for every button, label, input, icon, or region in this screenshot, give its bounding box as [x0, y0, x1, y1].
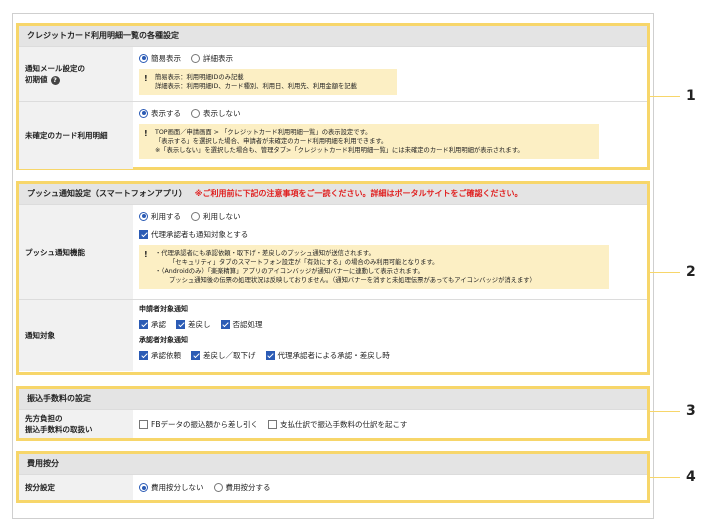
callout-number-4: 4	[686, 469, 696, 485]
info-note: ! TOP画面／申請画面 > 「クレジットカード利用明細一覧」の表示設定です。 …	[139, 124, 599, 159]
credit-card-settings-section: クレジットカード利用明細一覧の各種設定 通知メール設定の 初期値? 簡易表示 詳…	[16, 23, 650, 170]
callout-connector-2	[650, 272, 680, 273]
exclamation-icon: !	[144, 129, 148, 138]
callout-number-3: 3	[686, 403, 696, 419]
cost-allocation-section: 費用按分 按分設定 費用按分しない 費用按分する	[16, 451, 650, 503]
row-label: 通知メール設定の 初期値?	[19, 47, 133, 101]
checkbox-sendback-withdraw[interactable]: 差戻し／取下げ	[191, 350, 256, 361]
checkbox-proxy-approver[interactable]: 代理承認者も通知対象とする	[139, 229, 248, 240]
checkbox-fb-deduct[interactable]: FBデータの振込額から差し引く	[139, 419, 258, 430]
applicant-notify-heading: 申請者対象通知	[139, 305, 188, 313]
row-label: 未確定のカード利用明細	[19, 102, 133, 169]
radio-hide[interactable]: 表示しない	[191, 108, 241, 119]
push-notification-section: プッシュ通知設定（スマートフォンアプリ） ※ご利用前に下記の注意事項をご一読くださ…	[16, 181, 650, 375]
section-header: 費用按分	[19, 454, 647, 474]
radio-detail-display[interactable]: 詳細表示	[191, 53, 233, 64]
checkbox-sendback[interactable]: 差戻し	[176, 319, 211, 330]
radio-no-allocation[interactable]: 費用按分しない	[139, 482, 204, 493]
callout-connector-4	[650, 477, 680, 478]
row-label: 先方負担の 振込手数料の取扱い	[19, 410, 133, 438]
transfer-fee-section: 振込手数料の設定 先方負担の 振込手数料の取扱い FBデータの振込額から差し引く…	[16, 386, 650, 441]
radio-push-enable[interactable]: 利用する	[139, 211, 181, 222]
callout-connector-1	[650, 96, 680, 97]
row-label: 通知対象	[19, 300, 133, 371]
checkbox-approve[interactable]: 承認	[139, 319, 166, 330]
row-label: 按分設定	[19, 475, 133, 500]
callout-connector-3	[650, 411, 680, 412]
exclamation-icon: !	[144, 250, 148, 259]
checkbox-proxy-action[interactable]: 代理承認者による承認・差戻し時	[265, 350, 390, 361]
section-header: 振込手数料の設定	[19, 389, 647, 409]
callout-number-2: 2	[686, 264, 696, 280]
info-note: ! ・代理承認者にも承認依頼・取下げ・差戻しのプッシュ通知が送信されます。 「セ…	[139, 245, 609, 289]
radio-push-disable[interactable]: 利用しない	[191, 211, 241, 222]
approver-notify-heading: 承認者対象通知	[139, 336, 188, 344]
radio-allocation[interactable]: 費用按分する	[213, 482, 271, 493]
radio-show[interactable]: 表示する	[139, 108, 181, 119]
row-label: プッシュ通知機能	[19, 205, 133, 299]
help-icon[interactable]: ?	[50, 75, 60, 85]
warning-text: ※ご利用前に下記の注意事項をご一読ください。詳細はポータルサイトをご確認ください…	[194, 189, 523, 198]
checkbox-reject[interactable]: 否認処理	[220, 319, 263, 330]
section-header: プッシュ通知設定（スマートフォンアプリ） ※ご利用前に下記の注意事項をご一読くださ…	[19, 184, 647, 204]
callout-number-1: 1	[686, 88, 696, 104]
checkbox-fee-journal[interactable]: 支払仕訳で振込手数料の仕訳を起こす	[267, 419, 407, 430]
info-note: ! 簡易表示：利用明細IDのみ記載 詳細表示：利用明細ID、カード種別、利用日、…	[139, 69, 397, 95]
radio-simple-display[interactable]: 簡易表示	[139, 53, 181, 64]
exclamation-icon: !	[144, 74, 148, 83]
section-header: クレジットカード利用明細一覧の各種設定	[19, 26, 647, 46]
checkbox-approval-request[interactable]: 承認依頼	[139, 350, 181, 361]
